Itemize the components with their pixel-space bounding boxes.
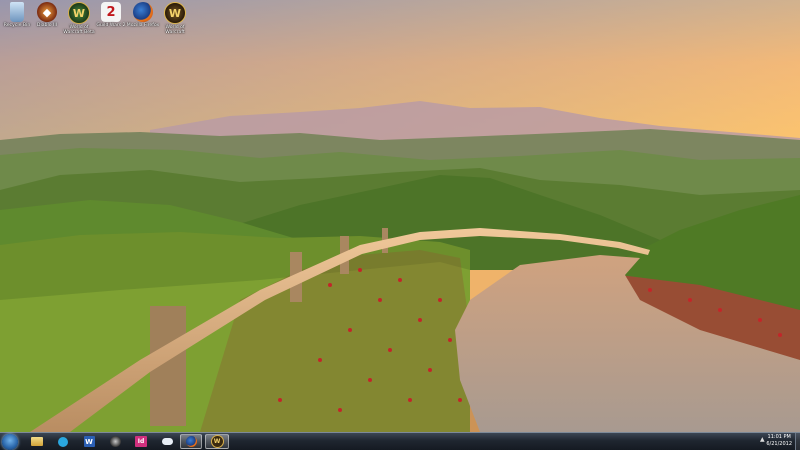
guild-wars-2-icon: 2 [101, 2, 121, 22]
taskbar-wow-button[interactable]: W [205, 434, 229, 449]
desktop-icon-diablo-iii[interactable]: ◆ Diablo III [30, 2, 64, 28]
windows-orb-icon[interactable] [2, 434, 18, 450]
microsoft-word-icon: W [83, 436, 95, 447]
show-desktop-button[interactable] [795, 433, 800, 450]
desktop[interactable]: Recycle Bin ◆ Diablo III W World of Warc… [0, 0, 800, 432]
firefox-icon [185, 436, 197, 447]
adobe-indesign-icon: Id [135, 436, 147, 447]
desktop-icon-world-of-warcraft[interactable]: W World of Warcraft [158, 2, 192, 36]
taskbar-skype-button[interactable] [54, 434, 72, 449]
cloud-app-icon [161, 438, 173, 445]
windows-explorer-icon [31, 437, 43, 446]
show-hidden-icons-arrow[interactable]: ▲ [760, 436, 765, 443]
clock-time: 11:01 PM [767, 434, 791, 440]
steam-icon [109, 436, 121, 447]
desktop-icon-label: Guild Wars 2 [96, 23, 126, 28]
taskbar: W Id W ▲ 11:01 PM 6/21/2012 [0, 432, 800, 450]
desktop-icon-guild-wars-2[interactable]: 2 Guild Wars 2 [94, 2, 128, 28]
taskbar-steam-button[interactable] [106, 434, 124, 449]
taskbar-word-button[interactable]: W [80, 434, 98, 449]
firefox-icon [133, 2, 153, 22]
world-of-warcraft-icon: W [210, 435, 224, 448]
taskbar-explorer-button[interactable] [28, 434, 46, 449]
desktop-icon-wow-beta[interactable]: W World of Warcraft Beta [62, 2, 96, 36]
skype-icon [58, 436, 68, 447]
system-clock[interactable]: 11:01 PM 6/21/2012 [766, 434, 792, 448]
diablo-iii-icon: ◆ [37, 2, 57, 22]
taskbar-firefox-button[interactable] [180, 434, 202, 449]
landscape-wallpaper [0, 0, 800, 432]
wow-beta-icon: W [68, 2, 90, 24]
desktop-icon-recycle-bin[interactable]: Recycle Bin [0, 2, 34, 28]
wow-icon: W [164, 2, 186, 24]
recycle-bin-icon [10, 2, 24, 22]
clock-date: 6/21/2012 [766, 441, 792, 447]
desktop-icon-label: World of Warcraft Beta [63, 25, 95, 36]
taskbar-cloud-button[interactable] [158, 434, 176, 449]
desktop-icon-label: Diablo III [36, 23, 58, 28]
taskbar-indesign-button[interactable]: Id [132, 434, 150, 449]
desktop-icon-mozilla-firefox[interactable]: Mozilla Firefox [126, 2, 160, 28]
desktop-icon-label: World of Warcraft [165, 25, 185, 36]
desktop-icon-label: Recycle Bin [3, 23, 31, 28]
desktop-icon-label: Mozilla Firefox [126, 23, 160, 28]
